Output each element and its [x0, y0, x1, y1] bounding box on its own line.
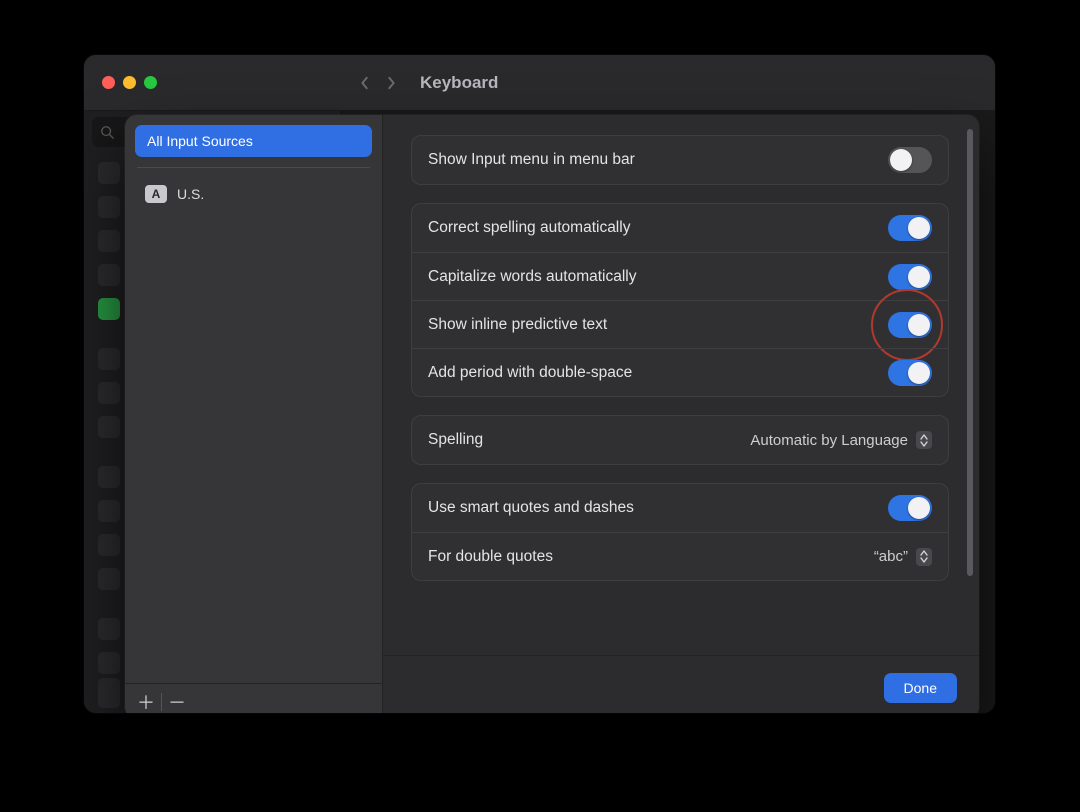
settings-row-label: Add period with double-space: [428, 364, 632, 382]
toggle-knob: [890, 149, 912, 171]
select-stepper[interactable]: [916, 431, 932, 449]
scrollbar[interactable]: [967, 129, 973, 649]
sheet-content: Show Input menu in menu bar Correct spell…: [383, 115, 979, 713]
settings-row: Add period with double-space: [412, 348, 948, 396]
all-input-sources-label: All Input Sources: [147, 133, 253, 149]
sidebar-divider: [137, 167, 370, 168]
toggle-knob: [908, 497, 930, 519]
zoom-window-button[interactable]: [144, 76, 157, 89]
close-window-button[interactable]: [102, 76, 115, 89]
toggle[interactable]: [888, 215, 932, 241]
settings-row-label: Show Input menu in menu bar: [428, 151, 635, 169]
settings-row: Show inline predictive text: [412, 300, 948, 348]
toggle[interactable]: [888, 312, 932, 338]
settings-row-label: Show inline predictive text: [428, 316, 607, 334]
settings-group: Use smart quotes and dashes For double qu…: [411, 483, 949, 581]
source-item[interactable]: A U.S.: [135, 178, 372, 210]
keycap-icon: A: [145, 185, 167, 203]
toggle-knob: [908, 362, 930, 384]
traffic-lights: [102, 76, 157, 89]
sources-list: A U.S.: [135, 178, 372, 210]
select-stepper[interactable]: [916, 548, 932, 566]
settings-row-label: Correct spelling automatically: [428, 219, 630, 237]
add-source-button[interactable]: ＋: [135, 689, 157, 714]
settings-group: Correct spelling automatically Capitalize…: [411, 203, 949, 397]
settings-group: Spelling Automatic by Language: [411, 415, 949, 465]
nav-section: Keyboard: [354, 72, 498, 94]
toggle-knob: [908, 217, 930, 239]
toggle-knob: [908, 314, 930, 336]
sidebar-footer: ＋ －: [125, 683, 382, 713]
settings-row: Correct spelling automatically: [412, 204, 948, 252]
toggle-knob: [908, 266, 930, 288]
toggle[interactable]: [888, 495, 932, 521]
page-title: Keyboard: [420, 73, 498, 93]
settings-group: Show Input menu in menu bar: [411, 135, 949, 185]
toggle[interactable]: [888, 264, 932, 290]
nav-forward-button[interactable]: [380, 72, 402, 94]
titlebar: Keyboard: [84, 55, 995, 111]
settings-row: For double quotes “abc”: [412, 532, 948, 580]
select-value: “abc”: [874, 548, 908, 565]
settings-row-label: Capitalize words automatically: [428, 268, 636, 286]
footer-divider: [161, 693, 162, 711]
nav-back-button[interactable]: [354, 72, 376, 94]
minimize-window-button[interactable]: [123, 76, 136, 89]
settings-window: Keyboard Print: [84, 55, 995, 713]
source-item-label: U.S.: [177, 186, 204, 202]
settings-row: Capitalize words automatically: [412, 252, 948, 300]
select-value: Automatic by Language: [750, 432, 908, 449]
settings-scroll[interactable]: Show Input menu in menu bar Correct spell…: [383, 115, 979, 655]
all-input-sources-item[interactable]: All Input Sources: [135, 125, 372, 157]
settings-row: Spelling Automatic by Language: [412, 416, 948, 464]
sheet-footer: Done: [383, 655, 979, 713]
sheet-sidebar: All Input Sources A U.S. ＋ －: [125, 115, 383, 713]
toggle[interactable]: [888, 147, 932, 173]
scrollbar-thumb[interactable]: [967, 129, 973, 576]
remove-source-button[interactable]: －: [166, 689, 188, 714]
settings-row: Use smart quotes and dashes: [412, 484, 948, 532]
toggle[interactable]: [888, 360, 932, 386]
done-button[interactable]: Done: [884, 673, 957, 703]
settings-row-label: Spelling: [428, 431, 483, 449]
settings-row-label: Use smart quotes and dashes: [428, 499, 634, 517]
done-button-label: Done: [904, 680, 937, 696]
input-sources-sheet: All Input Sources A U.S. ＋ － Show Input m…: [125, 115, 979, 713]
settings-row-label: For double quotes: [428, 548, 553, 566]
settings-row: Show Input menu in menu bar: [412, 136, 948, 184]
